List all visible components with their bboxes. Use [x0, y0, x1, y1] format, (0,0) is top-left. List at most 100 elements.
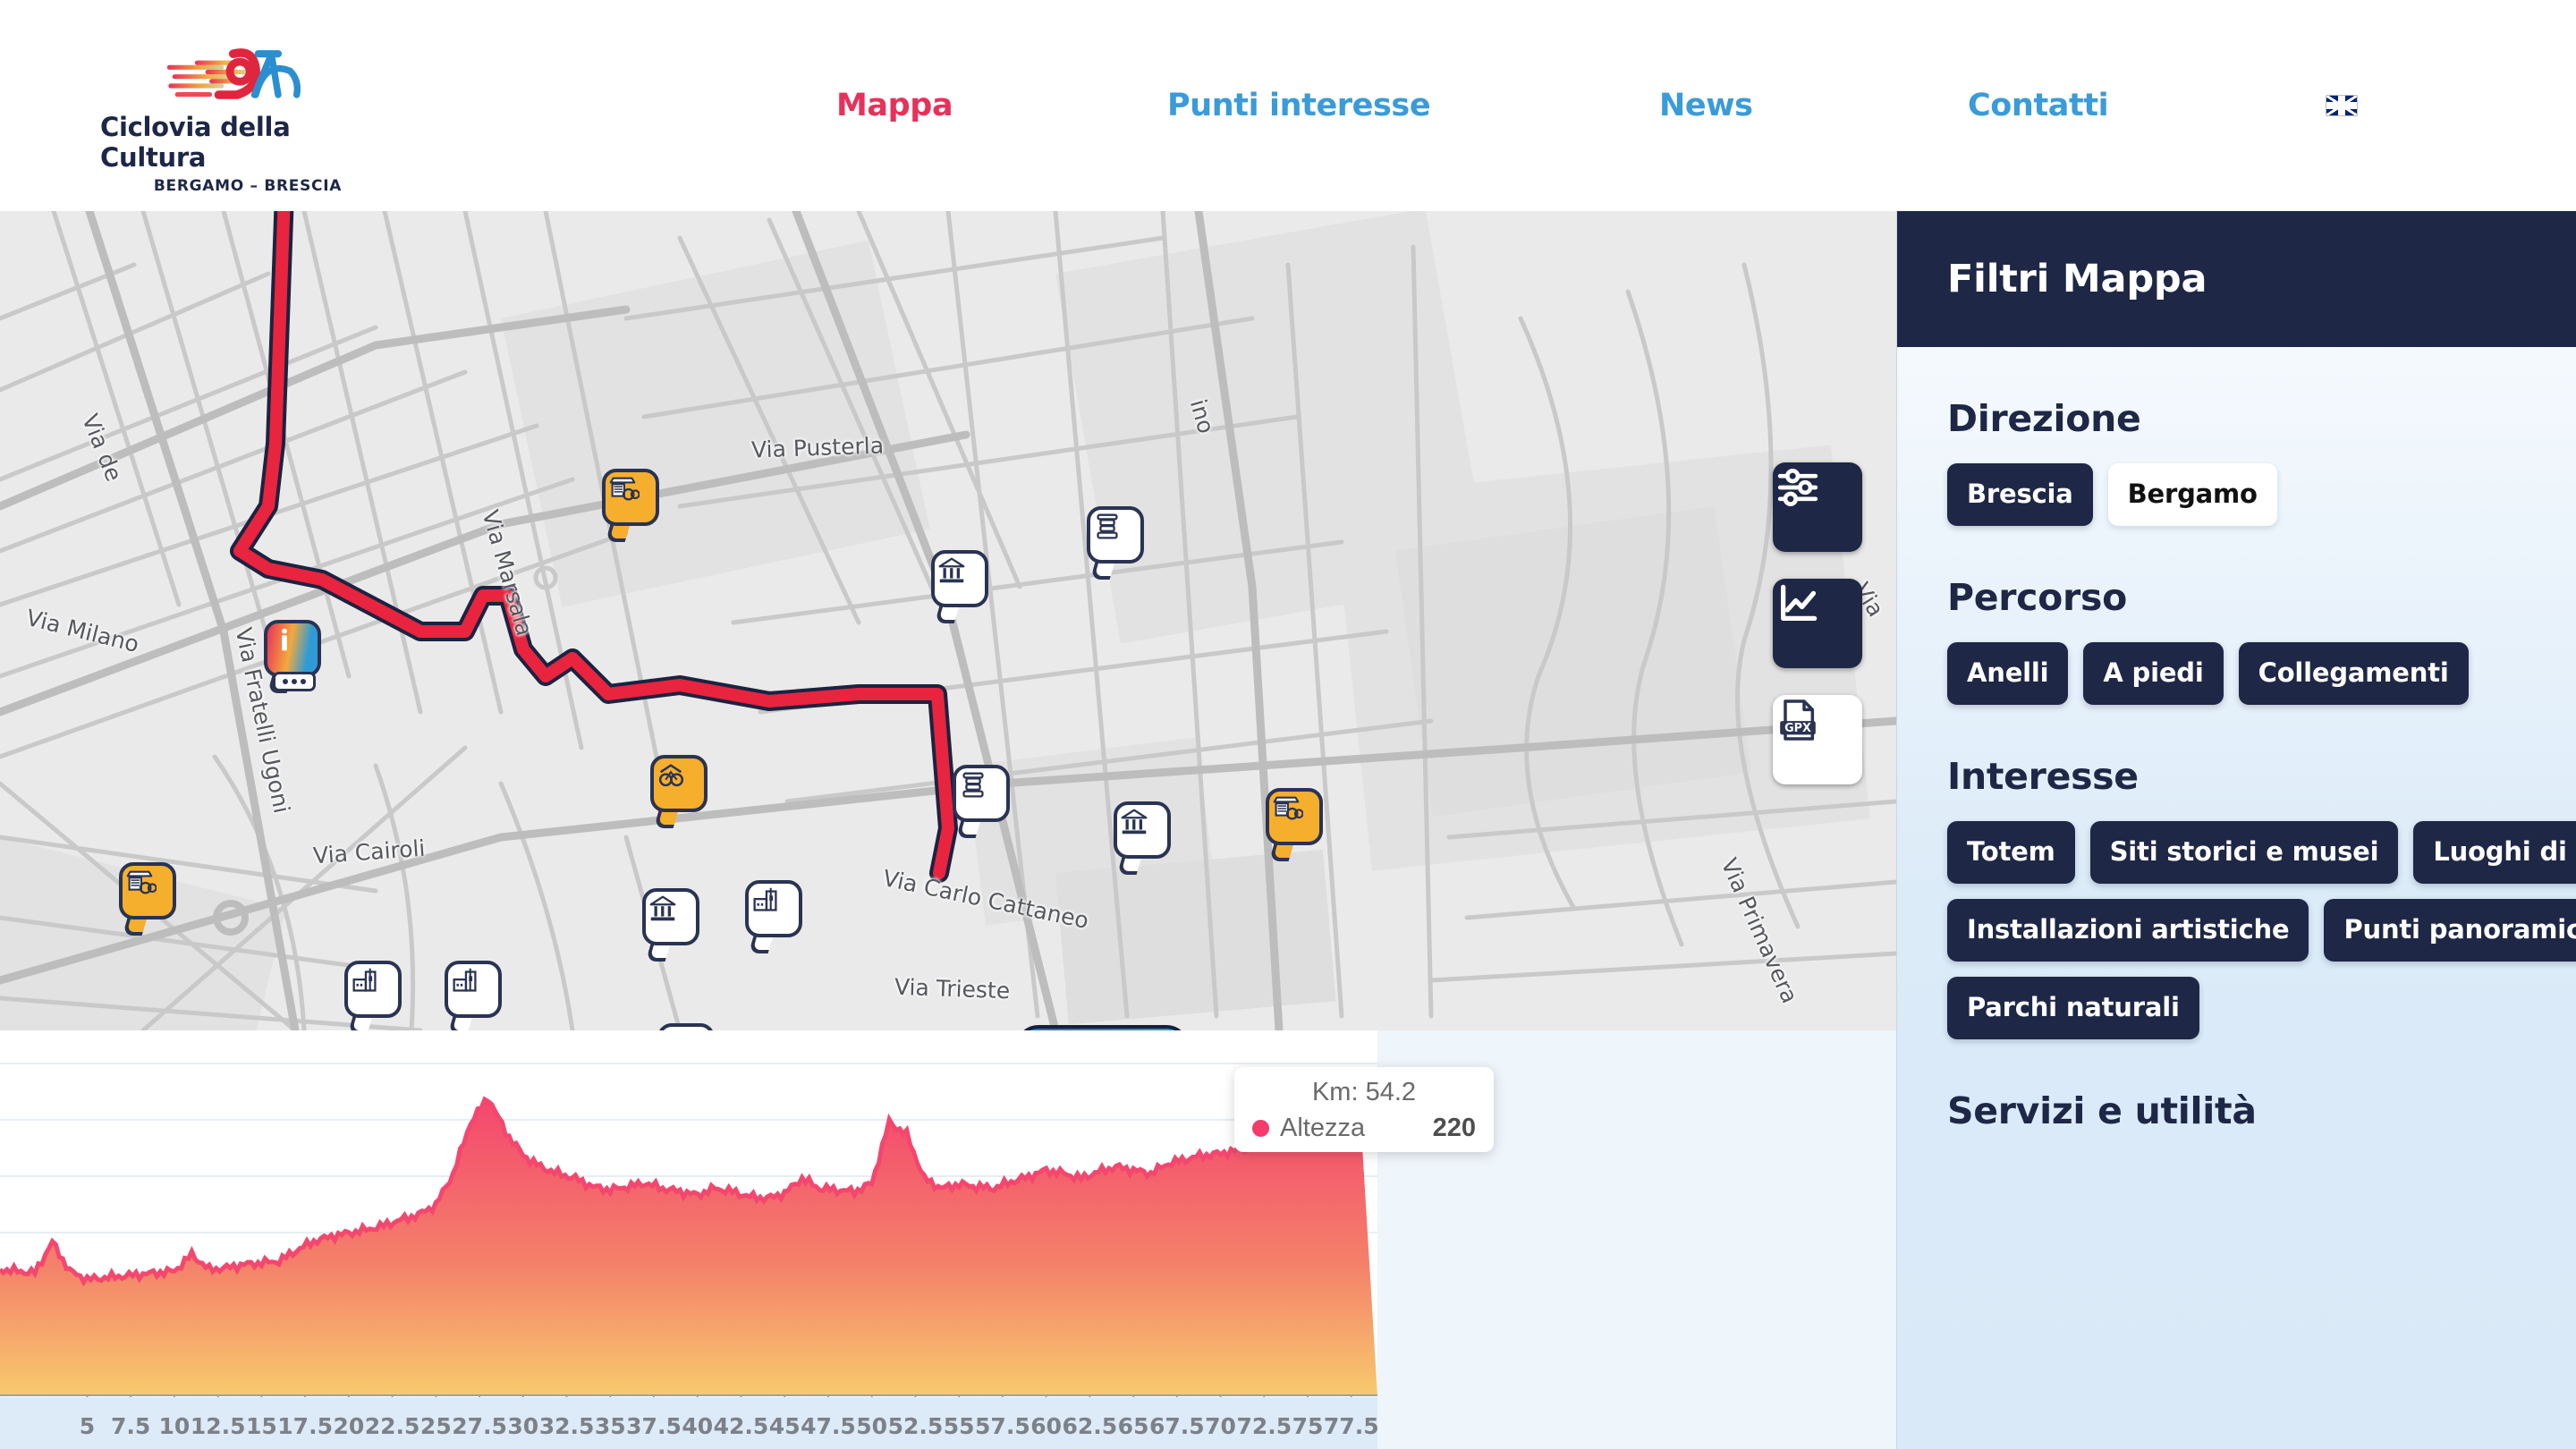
- map-marker-historic-site[interactable]: [953, 765, 1010, 838]
- map-marker-bike-rental[interactable]: [650, 755, 708, 828]
- filter-chip-collegamenti[interactable]: Collegamenti: [2238, 642, 2469, 705]
- filter-chip-bergamo[interactable]: Bergamo: [2107, 463, 2277, 526]
- info-totem-icon: [282, 628, 287, 651]
- tooltip-km: Km: 54.2: [1311, 1078, 1417, 1106]
- x-tick-label: 50: [856, 1413, 888, 1439]
- filter-chip-a-piedi[interactable]: A piedi: [2083, 642, 2224, 705]
- site-header: Ciclovia della Cultura BERGAMO – BRESCIA…: [0, 0, 2576, 211]
- pin-body: [642, 888, 699, 945]
- nav-item-punti-interesse[interactable]: Punti interesse: [1167, 88, 1431, 123]
- section-title: Direzione: [1947, 397, 2141, 440]
- map-marker-museum[interactable]: [1114, 801, 1171, 875]
- x-tick-label: 45: [768, 1413, 801, 1439]
- museum-icon: [649, 895, 676, 921]
- chip-group-direzione: Brescia Bergamo: [1947, 463, 2540, 526]
- filters-sidebar: Filtri Mappa Direzione Brescia Bergamo P…: [1896, 211, 2576, 1449]
- map-marker-place-of-worship[interactable]: [445, 961, 502, 1030]
- sliders-icon: [1777, 469, 1818, 506]
- gpx-download-button[interactable]: GPX: [1773, 695, 1862, 784]
- tooltip-value: 220: [1432, 1114, 1476, 1142]
- filter-chip-totem[interactable]: Totem: [1947, 821, 2075, 884]
- x-tick-label: 52.5: [887, 1413, 944, 1439]
- gpx-file-icon: GPX: [1780, 699, 1816, 741]
- nav-item-news[interactable]: News: [1659, 88, 1753, 123]
- x-tick-label: 70: [1205, 1413, 1236, 1439]
- bike-shop-icon: [609, 477, 640, 501]
- elevation-profile: [0, 1030, 1896, 1449]
- map-marker-bike-shop[interactable]: [602, 469, 659, 542]
- map-marker-historic-site[interactable]: [1087, 506, 1144, 580]
- filter-chip-installazioni-artistiche[interactable]: Installazioni artistiche: [1947, 899, 2309, 962]
- main-navigation: Mappa Punti interesse News Contatti: [805, 0, 2415, 211]
- map-marker-place-of-worship[interactable]: [657, 1023, 715, 1030]
- x-tick-label: 75: [1292, 1413, 1324, 1439]
- section-title: Percorso: [1947, 576, 2127, 619]
- filter-chip-parchi-naturali[interactable]: Parchi naturali: [1947, 977, 2199, 1039]
- map-marker-bike-shop[interactable]: [119, 862, 176, 936]
- map-marker-place-of-worship[interactable]: [344, 961, 402, 1030]
- bike-shop-icon: [1273, 796, 1303, 820]
- pin-body: [650, 755, 708, 812]
- section-title: Servizi e utilità: [1947, 1089, 2257, 1132]
- map-marker-museum[interactable]: [931, 550, 988, 623]
- x-tick-label: 42.5: [713, 1413, 769, 1439]
- museum-icon: [938, 557, 965, 583]
- sidebar-header: Filtri Mappa: [1897, 211, 2576, 347]
- totem-dots: [273, 672, 316, 691]
- tooltip-series-name: Altezza: [1280, 1114, 1366, 1142]
- elevation-toggle-button[interactable]: [1773, 579, 1862, 668]
- x-tick-label: 22.5: [364, 1413, 420, 1439]
- pin-body: [445, 961, 502, 1018]
- cyclist-logo-icon: [166, 48, 301, 99]
- x-tick-label: 35: [594, 1413, 626, 1439]
- app-root: Ciclovia della Cultura BERGAMO – BRESCIA…: [0, 0, 2576, 1449]
- filters-toggle-button[interactable]: [1773, 462, 1862, 552]
- x-tick-label: 67.5: [1148, 1413, 1205, 1439]
- filter-chip-punti-panoramici[interactable]: Punti panoramici: [2324, 899, 2576, 962]
- x-tick-label: 37.5: [626, 1413, 682, 1439]
- map-canvas[interactable]: Via Pusterla Via de Via Milano Via Marsa…: [0, 211, 1896, 1030]
- x-tick-label: 62.5: [1062, 1413, 1118, 1439]
- filter-chip-brescia[interactable]: Brescia: [1947, 463, 2093, 526]
- column-icon: [1097, 513, 1118, 539]
- x-tick-label: 40: [682, 1413, 714, 1439]
- x-tick-label: 7.5: [111, 1413, 151, 1439]
- chip-group-interesse-row2: Installazioni artistiche Punti panoramic…: [1947, 899, 2576, 962]
- museum-icon: [1121, 809, 1148, 835]
- sidebar-title: Filtri Mappa: [1947, 257, 2207, 301]
- filter-chip-anelli[interactable]: Anelli: [1947, 642, 2069, 705]
- x-tick-label: 77.5: [1323, 1413, 1379, 1439]
- pin-body: [602, 469, 659, 526]
- column-icon: [962, 772, 984, 798]
- map-marker-place-of-worship[interactable]: [745, 880, 802, 953]
- elevation-chart[interactable]: 5 7.5 10 12.5 15 17.5 20 22.5 25 27.5 30 32.5 35 37.5…: [0, 1030, 1896, 1449]
- x-tick-label: 10: [158, 1413, 191, 1439]
- filter-chip-siti-storici-e-musei[interactable]: Siti storici e musei: [2089, 821, 2399, 884]
- nav-item-mappa[interactable]: Mappa: [836, 88, 953, 123]
- tooltip-series-dot: [1252, 1120, 1269, 1137]
- pin-body: [264, 620, 321, 677]
- nav-item-contatti[interactable]: Contatti: [1968, 88, 2109, 123]
- x-tick-label: 12.5: [190, 1413, 246, 1439]
- bike-rental-icon: [658, 764, 684, 787]
- x-tick-label: 5: [79, 1413, 96, 1439]
- map-marker-museum[interactable]: [642, 888, 699, 962]
- x-tick-label: 20: [333, 1413, 365, 1439]
- brand-logo[interactable]: Ciclovia della Cultura BERGAMO – BRESCIA: [100, 34, 395, 195]
- x-tick-label: 55: [943, 1413, 975, 1439]
- pin-body: [745, 880, 802, 937]
- chip-group-interesse-row3: Parchi naturali: [1947, 977, 2540, 1039]
- uk-flag-icon[interactable]: [2326, 95, 2358, 116]
- brand-subtitle: BERGAMO – BRESCIA: [153, 177, 343, 195]
- church-icon: [753, 887, 777, 911]
- section-percorso: Percorso Anelli A piedi Collegamenti: [1897, 576, 2576, 705]
- x-tick-label: 32.5: [538, 1413, 595, 1439]
- map-marker-totem[interactable]: [264, 620, 321, 693]
- x-tick-label: 25: [419, 1413, 452, 1439]
- x-tick-label: 72.5: [1236, 1413, 1292, 1439]
- map-marker-bike-shop[interactable]: [1266, 788, 1323, 861]
- pin-body: [119, 862, 176, 919]
- pin-body: [1266, 788, 1323, 845]
- section-interesse: Interesse Totem Siti storici e musei Luo…: [1897, 755, 2576, 1039]
- filter-chip-luoghi-di-culto[interactable]: Luoghi di culto: [2413, 821, 2576, 884]
